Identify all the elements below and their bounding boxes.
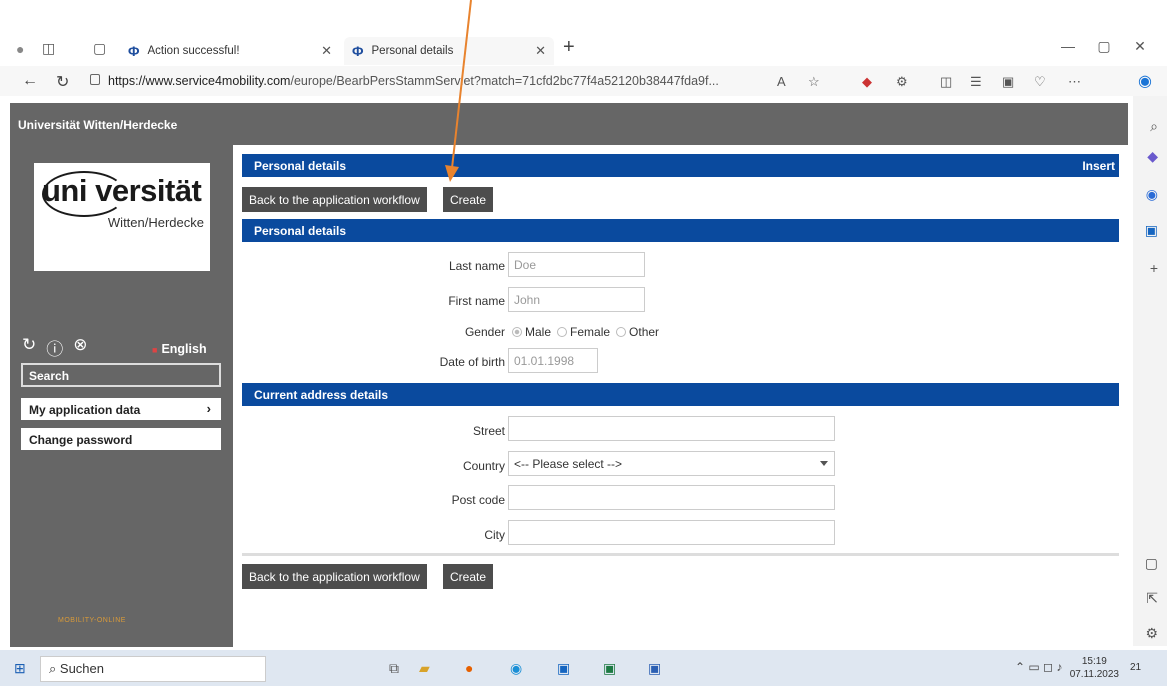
university-name: Universität Witten/Herdecke [18, 118, 178, 132]
page-header: Universität Witten/Herdecke [10, 103, 1128, 145]
sidebar: uni versität Witten/Herdecke ↻ ⓘ ⊗ ■ Engl… [10, 145, 233, 647]
first-name-label: First name [448, 294, 505, 308]
back-arrow-icon[interactable]: ← [22, 72, 38, 90]
profile-icon[interactable]: ● [16, 41, 24, 57]
gender-label: Gender [464, 325, 505, 339]
new-tab-icon[interactable]: + [563, 36, 575, 59]
tray-icons[interactable]: ⌃ ▭ ◻ ♪ [1015, 660, 1062, 674]
create-button-bottom[interactable]: Create [443, 564, 494, 589]
back-to-workflow-button[interactable]: Back to the application workflow [242, 187, 427, 212]
heart-icon[interactable]: ♡ [1034, 74, 1046, 90]
sidebar-action-icons: ↻ ⓘ ⊗ [22, 335, 88, 360]
dropdown-arrow-icon [820, 461, 828, 466]
url-field[interactable]: https://www.service4mobility.com/europe/… [108, 70, 768, 92]
logo-text-main: uni versität [42, 173, 202, 208]
tab-label: Action successful! [147, 45, 240, 57]
add-sidebar-icon[interactable]: + [1150, 260, 1158, 276]
logout-icon[interactable]: ⊗ [73, 335, 87, 360]
last-name-label: Last name [448, 259, 505, 273]
title-bar: Personal details Insert [242, 154, 1119, 177]
sidebar-search-button[interactable]: Search [21, 363, 221, 387]
sidebar-toggle-icon[interactable]: ▢ [1145, 555, 1158, 572]
close-tab-icon[interactable]: ✕ [321, 43, 332, 59]
close-tab-icon[interactable]: ✕ [535, 43, 546, 59]
favorite-star-icon[interactable]: ☆ [808, 74, 820, 90]
extensions-icon[interactable]: ⚙ [896, 74, 908, 90]
windows-start-icon[interactable]: ⊞ [14, 660, 26, 677]
sidebar-item-change-password[interactable]: Change password [21, 428, 221, 450]
back-to-workflow-button-bottom[interactable]: Back to the application workflow [242, 564, 427, 589]
university-logo: uni versität Witten/Herdecke [34, 163, 210, 271]
street-field[interactable] [508, 416, 835, 441]
task-view-icon[interactable]: ⧉ [389, 660, 399, 677]
dob-field[interactable]: 01.01.1998 [508, 348, 598, 373]
title-bar-label: Personal details [254, 159, 347, 173]
lock-icon [90, 74, 100, 85]
excel-icon[interactable]: ▣ [603, 660, 616, 677]
logo-text-sub: Witten/Herdecke [107, 215, 204, 230]
post-code-label: Post code [451, 493, 505, 507]
firefox-icon[interactable]: ● [465, 660, 473, 676]
mode-label: Insert [1082, 159, 1115, 173]
address-section: Current address details [242, 383, 1119, 406]
read-aloud-icon[interactable]: A [777, 74, 786, 89]
external-icon[interactable]: ⇱ [1146, 590, 1158, 607]
site-favicon-icon: Φ [128, 43, 140, 59]
sidebar-item-my-application-data[interactable]: My application data › [21, 398, 221, 420]
outlook-taskbar-icon[interactable]: ▣ [557, 660, 570, 677]
tab-label: Personal details [371, 45, 454, 57]
system-clock[interactable]: 15:19 07.11.2023 [1070, 655, 1119, 681]
language-selector[interactable]: ■ English [152, 342, 207, 356]
create-button[interactable]: Create [443, 187, 494, 212]
country-label: Country [462, 459, 505, 473]
more-icon[interactable]: ⋯ [1068, 74, 1081, 90]
taskbar-search[interactable]: ⌕ Suchen [40, 656, 266, 682]
main-content: Personal details Insert Back to the appl… [233, 145, 1128, 647]
tab-personal-details[interactable]: Φ Personal details ✕ [344, 37, 554, 65]
chevron-right-icon: › [206, 401, 211, 416]
close-window-icon[interactable]: ✕ [1122, 38, 1158, 55]
radio-female[interactable]: Female [557, 325, 610, 339]
mobility-online-logo: MOBILITY-ONLINE [58, 617, 126, 624]
settings-gear-icon[interactable]: ⚙ [1145, 625, 1158, 642]
site-favicon-icon: Φ [352, 43, 364, 59]
help-icon[interactable]: ⓘ [46, 335, 63, 360]
outlook-icon[interactable]: ▣ [1145, 222, 1158, 239]
divider [242, 553, 1119, 556]
file-explorer-icon[interactable]: ▰ [419, 660, 430, 677]
dob-label: Date of birth [439, 355, 505, 369]
post-code-field[interactable] [508, 485, 835, 510]
copilot-icon[interactable]: ◉ [1138, 71, 1152, 91]
workspaces-icon[interactable]: ◫ [42, 40, 55, 57]
collections-icon[interactable]: ▣ [1002, 74, 1014, 90]
notification-icon[interactable]: 21 [1130, 662, 1141, 673]
search-icon[interactable]: ⌕ [1150, 118, 1158, 135]
radio-male[interactable]: Male [512, 325, 551, 339]
city-label: City [484, 528, 505, 542]
split-screen-icon[interactable]: ◫ [940, 74, 952, 90]
tab-actions-icon[interactable]: ▢ [93, 40, 106, 57]
shopping-icon[interactable]: ◆ [1147, 148, 1158, 165]
personal-details-section: Personal details [242, 219, 1119, 242]
minimize-icon[interactable]: — [1050, 38, 1086, 54]
word-icon[interactable]: ▣ [648, 660, 661, 677]
shield-extension-icon[interactable]: ◆ [862, 74, 872, 90]
office-icon[interactable]: ◉ [1146, 186, 1158, 203]
refresh-icon[interactable]: ↻ [56, 72, 69, 92]
radio-other[interactable]: Other [616, 325, 659, 339]
street-label: Street [472, 424, 505, 438]
tab-action-successful[interactable]: Φ Action successful! ✕ [120, 37, 340, 65]
restore-icon[interactable]: ▢ [1086, 38, 1122, 55]
favorites-icon[interactable]: ☰ [970, 74, 982, 90]
last-name-field[interactable]: Doe [508, 252, 645, 277]
uk-flag-icon: ■ [152, 345, 158, 355]
refresh-session-icon[interactable]: ↻ [22, 335, 36, 360]
gender-radio-group: Male Female Other [512, 325, 659, 339]
edge-icon[interactable]: ◉ [510, 660, 522, 677]
browser-top-strip [0, 0, 1167, 36]
search-icon: ⌕ [49, 661, 60, 676]
first-name-field[interactable]: John [508, 287, 645, 312]
country-select[interactable]: <-- Please select --> [508, 451, 835, 476]
city-field[interactable] [508, 520, 835, 545]
